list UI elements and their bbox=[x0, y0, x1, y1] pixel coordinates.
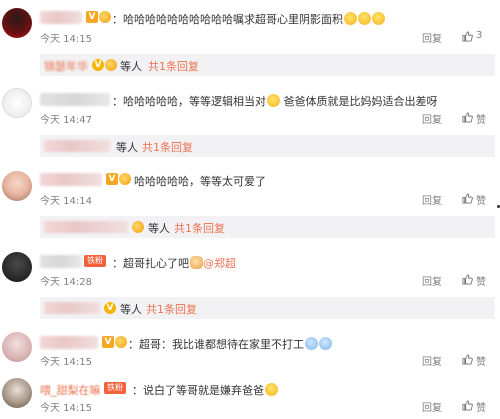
reply-suffix: 等人 bbox=[120, 60, 142, 73]
verified-badge-icon: V bbox=[102, 336, 114, 348]
thumbs-up-icon[interactable] bbox=[462, 274, 473, 285]
comment-item: V 哈哈哈哈哈，等等太可爱了 今天 14:14 回复 赞 bbox=[0, 165, 500, 211]
reply-summary[interactable]: 等人 共1条回复 bbox=[40, 135, 495, 157]
fan-medal-icon bbox=[99, 11, 111, 23]
comment-time: 今天 14:14 bbox=[40, 196, 92, 207]
reply-button[interactable]: 回复 bbox=[422, 399, 442, 414]
laugh-emoji-icon bbox=[344, 12, 357, 25]
reply-author[interactable] bbox=[44, 140, 110, 152]
comment-text: ：哈哈哈哈哈，等等逻辑相当对 爸爸体质就是比妈妈适合出差呀 bbox=[112, 94, 438, 108]
comment-text: ：哈哈哈哈哈哈哈哈哈哈嘱求超哥心里阴影面积 bbox=[112, 11, 385, 27]
fan-medal-icon bbox=[119, 173, 131, 185]
username[interactable] bbox=[40, 173, 102, 186]
reply-button[interactable]: 回复 bbox=[422, 111, 442, 126]
comment-text: ：超哥：我比谁都想待在家里不打工 bbox=[128, 336, 332, 352]
comment-time: 今天 14:15 bbox=[40, 403, 92, 414]
comment-text: 哈哈哈哈哈，等等太可爱了 bbox=[134, 175, 266, 188]
verified-badge-icon: V bbox=[92, 59, 104, 71]
comment-item: 铁粉 ：超哥扎心了吧 @郑超 今天 14:28 回复 赞 bbox=[0, 246, 500, 292]
username[interactable]: 喂_甜梨在嘛 bbox=[40, 382, 101, 398]
thumbs-up-icon[interactable] bbox=[462, 112, 473, 123]
verified-badge-icon: V bbox=[104, 302, 116, 314]
comment-actions: 回复 赞 bbox=[422, 111, 492, 126]
comment-item: ：哈哈哈哈哈，等等逻辑相当对 爸爸体质就是比妈妈适合出差呀 今天 14:47 回… bbox=[0, 84, 500, 130]
reply-button[interactable]: 回复 bbox=[422, 353, 442, 368]
comment-actions: 回复 3 bbox=[422, 30, 492, 45]
fan-medal-icon bbox=[115, 336, 127, 348]
cry-emoji-icon bbox=[305, 337, 318, 350]
comment-time: 今天 14:15 bbox=[40, 357, 92, 368]
comment-time: 今天 14:15 bbox=[40, 34, 92, 45]
fan-medal-icon bbox=[105, 59, 117, 71]
view-replies-link[interactable]: 共1条回复 bbox=[146, 301, 197, 317]
comment-time: 今天 14:28 bbox=[40, 277, 92, 288]
reply-suffix: 等人 bbox=[116, 141, 138, 154]
comment-time: 今天 14:47 bbox=[40, 115, 92, 126]
verified-badge-icon: V bbox=[106, 173, 118, 185]
view-replies-link[interactable]: 共1条回复 bbox=[174, 220, 225, 236]
thumbs-up-icon[interactable] bbox=[462, 400, 473, 411]
comment-item: V ：哈哈哈哈哈哈哈哈哈哈嘱求超哥心里阴影面积 今天 14:15 回复 3 bbox=[0, 0, 500, 50]
thumbs-up-icon[interactable] bbox=[462, 354, 473, 365]
avatar[interactable] bbox=[2, 378, 32, 408]
comment-text: ：超哥扎心了吧 @郑超 bbox=[112, 256, 236, 270]
comment-actions: 回复 赞 bbox=[422, 273, 492, 288]
laugh-emoji-icon bbox=[265, 383, 278, 396]
cry-emoji-icon bbox=[319, 337, 332, 350]
reply-summary[interactable]: 等人 共1条回复 bbox=[40, 216, 495, 238]
reply-summary[interactable]: V 等人 共1条回复 bbox=[40, 297, 495, 319]
comment-actions: 回复 赞 bbox=[422, 399, 492, 414]
cat-emoji-icon bbox=[190, 256, 203, 269]
like-count: 赞 bbox=[476, 115, 486, 126]
comment-item: V ：超哥：我比谁都想待在家里不打工 今天 14:15 回复 赞 bbox=[0, 328, 500, 372]
thumbs-up-icon[interactable] bbox=[462, 193, 473, 204]
view-replies-link[interactable]: 共1条回复 bbox=[148, 58, 199, 74]
view-replies-link[interactable]: 共1条回复 bbox=[142, 139, 193, 155]
comment-item: 喂_甜梨在嘛 铁粉 ：说白了等哥就是嫌弃爸爸 今天 14:15 回复 赞 bbox=[0, 374, 500, 419]
username[interactable] bbox=[40, 255, 82, 268]
verified-badge-icon: V bbox=[86, 11, 98, 23]
reply-summary[interactable]: 锦瑟年华 V 等人 共1条回复 bbox=[40, 54, 495, 76]
reply-suffix: 等人 bbox=[148, 222, 170, 235]
comment-text: ：说白了等哥就是嫌弃爸爸 bbox=[132, 382, 278, 398]
reply-author[interactable]: 锦瑟年华 bbox=[44, 58, 88, 74]
comment-actions: 回复 赞 bbox=[422, 353, 492, 368]
mention-link[interactable]: @郑超 bbox=[203, 257, 236, 270]
username[interactable] bbox=[40, 11, 82, 24]
reply-author[interactable] bbox=[44, 221, 128, 233]
like-count: 3 bbox=[476, 30, 483, 41]
laugh-emoji-icon bbox=[372, 12, 385, 25]
fan-medal-icon bbox=[132, 221, 144, 233]
like-count: 赞 bbox=[476, 196, 486, 207]
reply-author[interactable] bbox=[44, 302, 100, 314]
reply-button[interactable]: 回复 bbox=[422, 30, 442, 45]
avatar[interactable] bbox=[2, 252, 32, 282]
like-count: 赞 bbox=[476, 357, 486, 368]
username[interactable] bbox=[40, 336, 98, 349]
laugh-emoji-icon bbox=[358, 12, 371, 25]
username[interactable] bbox=[40, 93, 110, 106]
fan-badge: 铁粉 bbox=[104, 382, 126, 394]
reply-suffix: 等人 bbox=[120, 303, 142, 316]
avatar[interactable] bbox=[2, 88, 32, 118]
thumbs-up-icon[interactable] bbox=[462, 31, 473, 42]
like-count: 赞 bbox=[476, 277, 486, 288]
avatar[interactable] bbox=[2, 171, 32, 201]
comment-actions: 回复 赞 bbox=[422, 192, 492, 207]
laugh-emoji-icon bbox=[267, 94, 280, 107]
fan-badge: 铁粉 bbox=[84, 255, 106, 267]
avatar[interactable] bbox=[2, 332, 32, 362]
reply-button[interactable]: 回复 bbox=[422, 273, 442, 288]
like-count: 赞 bbox=[476, 403, 486, 414]
reply-button[interactable]: 回复 bbox=[422, 192, 442, 207]
avatar[interactable] bbox=[2, 8, 32, 38]
